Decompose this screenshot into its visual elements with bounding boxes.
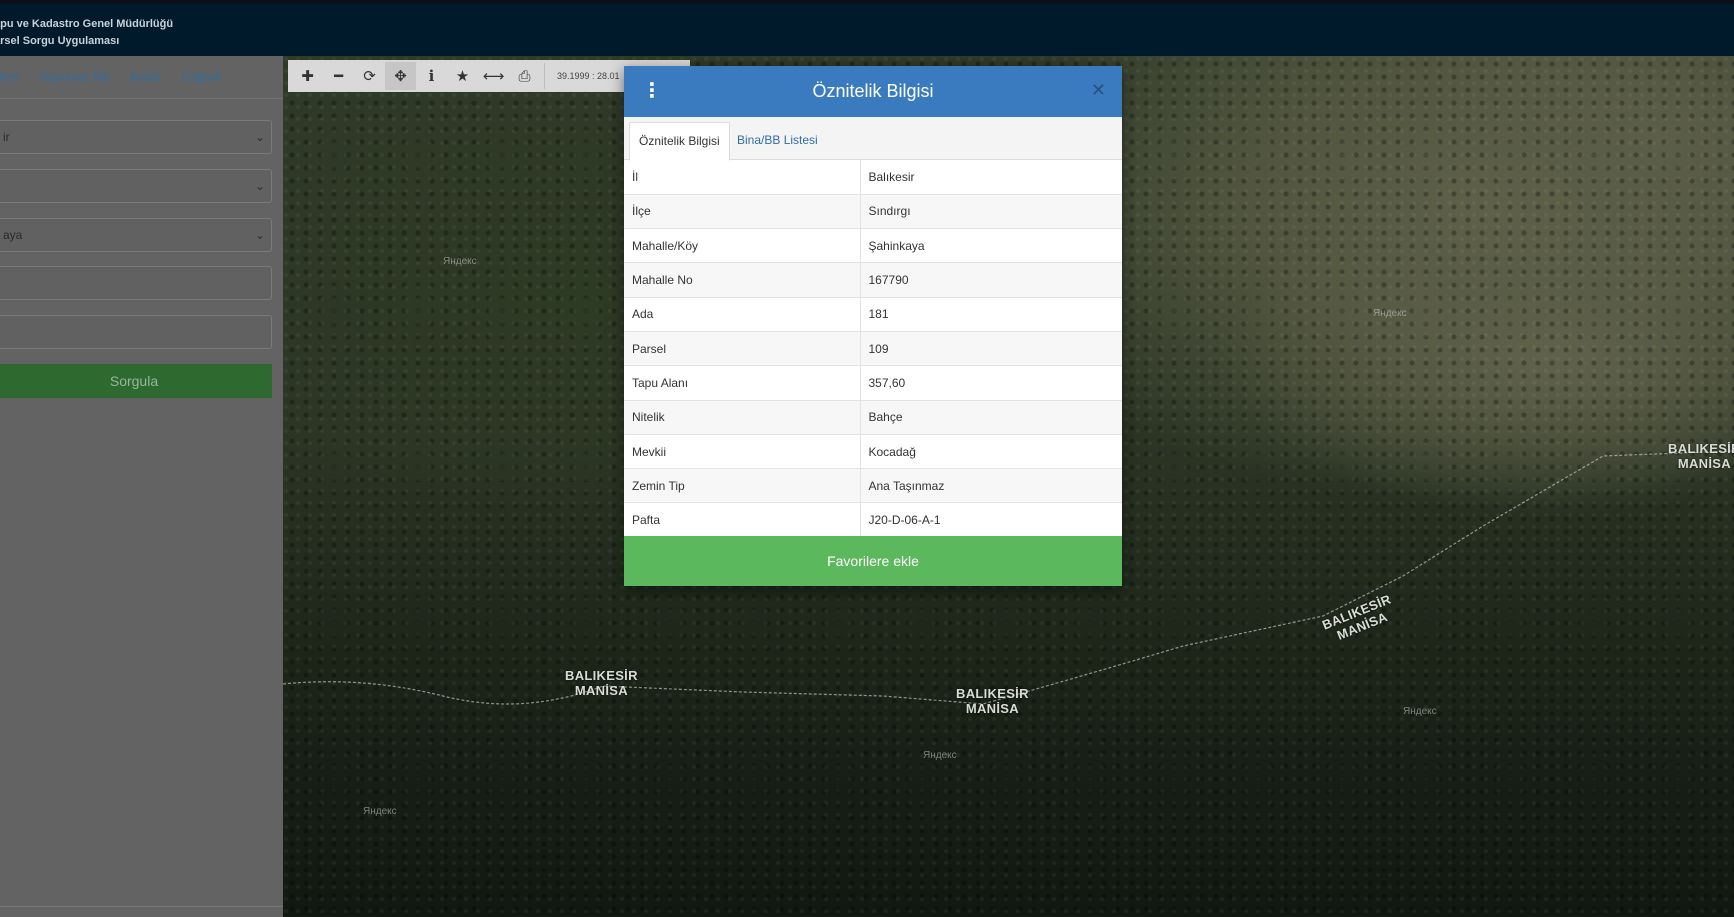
attribute-key: Tapu Alanı	[624, 365, 861, 401]
table-row: İlçe Sındırgı	[624, 194, 1122, 230]
print-icon[interactable]: ⎙	[509, 62, 540, 90]
table-row: Tapu Alanı 357,60	[624, 365, 1122, 401]
app-title-line1: apu ve Kadastro Genel Müdürlüğü	[0, 18, 174, 30]
attribute-key: Ada	[624, 297, 861, 332]
map-watermark: Яндекс	[443, 256, 477, 267]
attribute-key: İl	[624, 160, 861, 195]
district-select[interactable]: ⌄	[0, 169, 272, 203]
toolbar-divider	[544, 63, 545, 89]
chevron-down-icon: ⌄	[254, 130, 265, 144]
query-sidebar: dres Taşınmaz No Analiz Coğrafi ir⌄ ⌄ ay…	[0, 56, 283, 917]
attribute-value: 109	[860, 331, 1122, 367]
map-watermark: Яндекс	[923, 750, 957, 761]
attribute-table: İl Balıkesir İlçe Sındırgı Mahalle/Köy Şahink…	[624, 160, 1122, 538]
table-row: Zemin Tip Ana Taşınmaz	[624, 468, 1122, 504]
close-icon[interactable]: ✕	[1091, 80, 1106, 101]
attribute-value: 181	[860, 297, 1122, 332]
attribute-value: Bahçe	[860, 400, 1122, 435]
app-header: apu ve Kadastro Genel Müdürlüğü arsel So…	[0, 0, 1734, 56]
attribute-value: Balıkesir	[860, 160, 1122, 195]
attribute-value: Ana Taşınmaz	[860, 468, 1122, 504]
app-title-line2: arsel Sorgu Uygulaması	[0, 35, 120, 47]
tab-building-list[interactable]: Bina/BB Listesi	[728, 122, 827, 161]
tab-property-no[interactable]: Taşınmaz No	[39, 70, 109, 84]
zoom-in-icon[interactable]: ✚	[292, 62, 323, 90]
measure-icon[interactable]: ⟷	[478, 62, 509, 90]
refresh-icon[interactable]: ⟳	[354, 62, 385, 90]
attribute-key: Mevkii	[624, 434, 861, 470]
parcel-input[interactable]	[0, 315, 272, 349]
attribute-value: J20-D-06-A-1	[860, 502, 1122, 538]
tabs-divider	[0, 98, 283, 99]
table-row: Nitelik Bahçe	[624, 400, 1122, 435]
map-watermark: Яндекс	[1403, 706, 1437, 717]
table-row: Mahalle/Köy Şahinkaya	[624, 228, 1122, 264]
pan-icon[interactable]: ✥	[385, 62, 416, 90]
sidebar-tabs: dres Taşınmaz No Analiz Coğrafi	[0, 70, 241, 84]
attribute-key: Parsel	[624, 331, 861, 367]
attribute-value: 357,60	[860, 365, 1122, 401]
star-icon[interactable]: ★	[447, 62, 478, 90]
chevron-down-icon: ⌄	[254, 179, 265, 193]
query-button[interactable]: Sorgula	[0, 364, 272, 398]
province-select[interactable]: ir ⌄	[0, 120, 272, 154]
coordinate-readout: 39.1999 : 28.01	[557, 71, 620, 81]
tab-analysis[interactable]: Analiz	[129, 70, 162, 84]
neighborhood-select[interactable]: aya ⌄	[0, 218, 272, 252]
tab-attribute-info[interactable]: Öznitelik Bilgisi	[629, 122, 730, 161]
attribute-value: Sındırgı	[860, 194, 1122, 230]
tab-address[interactable]: dres	[0, 70, 19, 84]
add-to-favorites-button[interactable]: Favorilere ekle	[624, 536, 1122, 586]
attribute-value: Kocadağ	[860, 434, 1122, 470]
info-icon[interactable]: i	[416, 62, 447, 90]
attribute-key: Mahalle No	[624, 262, 861, 298]
attribute-key: İlçe	[624, 194, 861, 230]
table-row: Pafta J20-D-06-A-1	[624, 502, 1122, 538]
map-label-province: BALIKESİR MANİSA	[956, 686, 1029, 716]
attribute-value: Şahinkaya	[860, 228, 1122, 264]
block-input[interactable]	[0, 266, 272, 300]
map-label-province: BALIKESİR MANİSA	[565, 668, 638, 698]
attribute-key: Zemin Tip	[624, 468, 861, 504]
modal-tabs: Öznitelik Bilgisi Bina/BB Listesi	[624, 117, 1122, 161]
attribute-key: Mahalle/Köy	[624, 228, 861, 264]
attribute-key: Pafta	[624, 502, 861, 538]
sidebar-bottom-divider	[0, 906, 283, 907]
map-label-province: BALIKESİR MANİSA	[1668, 441, 1734, 471]
map-watermark: Яндекс	[363, 806, 397, 817]
attribute-value: 167790	[860, 262, 1122, 298]
table-row: Mahalle No 167790	[624, 262, 1122, 298]
table-row: İl Balıkesir	[624, 160, 1122, 195]
modal-header: ⋮ Öznitelik Bilgisi ✕	[624, 66, 1122, 117]
attribute-key: Nitelik	[624, 400, 861, 435]
table-row: Mevkii Kocadağ	[624, 434, 1122, 470]
tab-geographic[interactable]: Coğrafi	[182, 70, 221, 84]
zoom-out-icon[interactable]: ━	[323, 62, 354, 90]
table-row: Parsel 109	[624, 331, 1122, 367]
modal-title: Öznitelik Bilgisi	[812, 81, 934, 101]
table-row: Ada 181	[624, 297, 1122, 332]
chevron-down-icon: ⌄	[254, 228, 265, 242]
attribute-info-modal: ⋮ Öznitelik Bilgisi ✕ Öznitelik Bilgisi …	[624, 66, 1122, 586]
map-watermark: Яндекс	[1373, 308, 1407, 319]
